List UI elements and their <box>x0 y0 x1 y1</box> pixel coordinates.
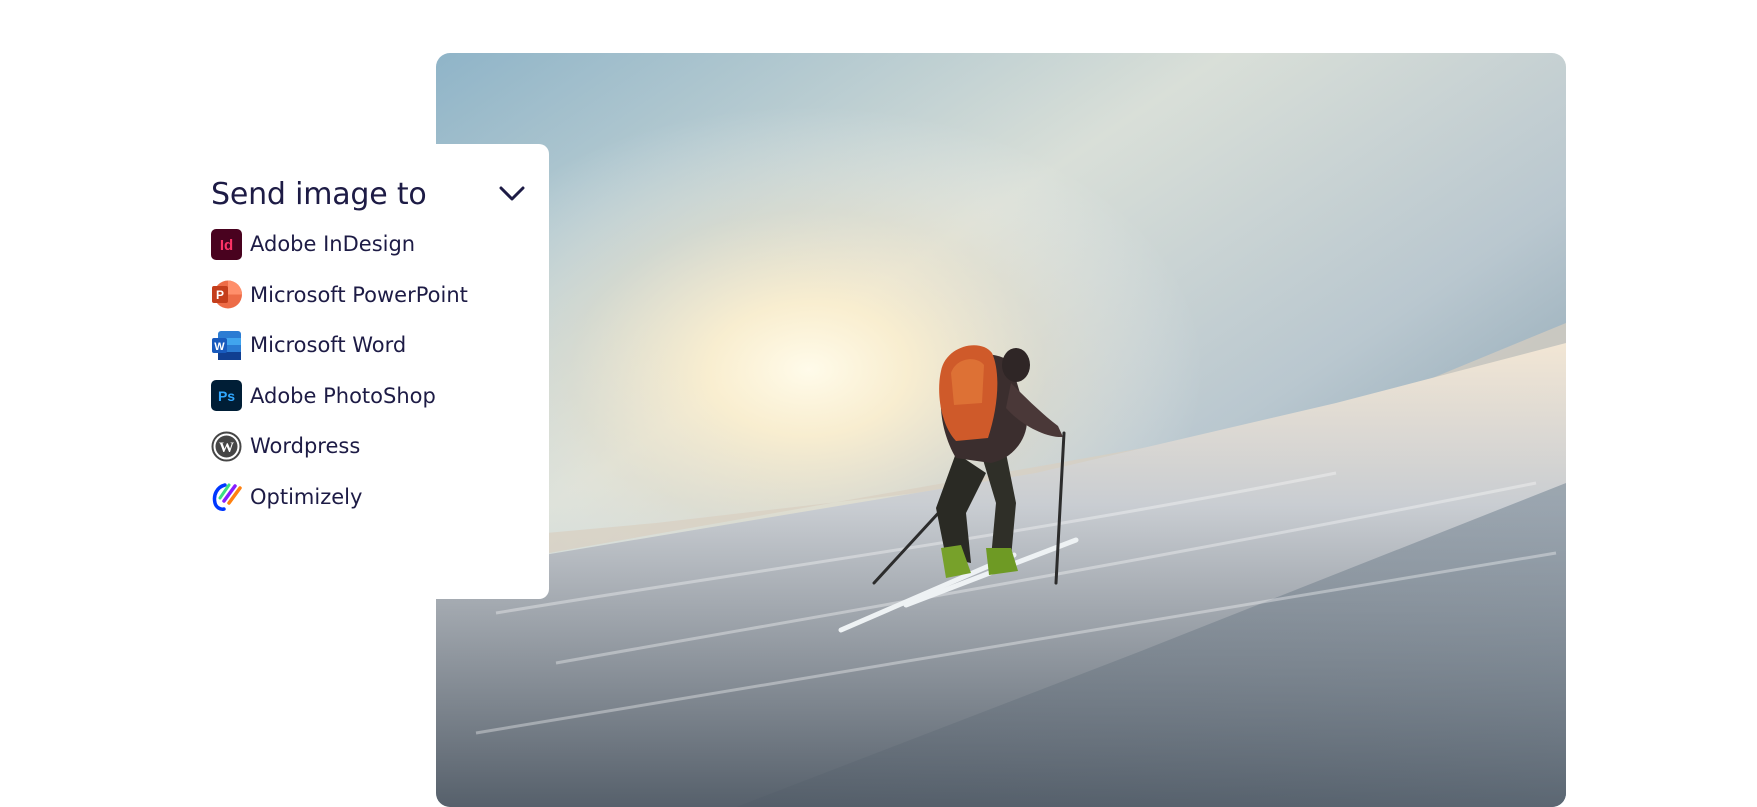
svg-text:P: P <box>216 288 224 302</box>
svg-text:Ps: Ps <box>218 388 235 404</box>
list-item-label: Microsoft Word <box>250 333 407 357</box>
panel-title: Send image to <box>211 176 427 212</box>
destination-list: Id Adobe InDesign P Microsoft PowerPoint <box>211 228 468 531</box>
microsoft-powerpoint-icon: P <box>211 279 242 310</box>
list-item-wordpress[interactable]: W Wordpress <box>211 430 468 462</box>
skier-photo-illustration <box>436 53 1566 807</box>
svg-text:W: W <box>214 341 225 353</box>
send-image-panel: Send image to Id Adobe InDesign P Micros… <box>178 144 549 599</box>
panel-header[interactable]: Send image to <box>211 170 527 218</box>
svg-text:W: W <box>219 440 234 456</box>
list-item-label: Microsoft PowerPoint <box>250 282 468 307</box>
list-item-adobe-photoshop[interactable]: Ps Adobe PhotoShop <box>211 380 468 412</box>
list-item-label: Adobe PhotoShop <box>250 383 436 408</box>
adobe-photoshop-icon: Ps <box>211 380 242 411</box>
list-item-label: Adobe InDesign <box>250 232 416 256</box>
list-item-label: Wordpress <box>250 434 361 458</box>
svg-text:Id: Id <box>220 237 233 254</box>
microsoft-word-icon: W <box>211 330 242 361</box>
chevron-down-icon[interactable] <box>497 179 527 209</box>
list-item-adobe-indesign[interactable]: Id Adobe InDesign <box>211 228 468 260</box>
list-item-optimizely[interactable]: Optimizely <box>211 481 468 513</box>
list-item-label: Optimizely <box>250 484 363 509</box>
adobe-indesign-icon: Id <box>211 228 242 260</box>
list-item-microsoft-word[interactable]: W Microsoft Word <box>211 329 468 361</box>
optimizely-icon <box>211 481 242 512</box>
hero-photo <box>436 53 1566 807</box>
wordpress-icon: W <box>211 431 242 462</box>
list-item-microsoft-powerpoint[interactable]: P Microsoft PowerPoint <box>211 279 468 311</box>
